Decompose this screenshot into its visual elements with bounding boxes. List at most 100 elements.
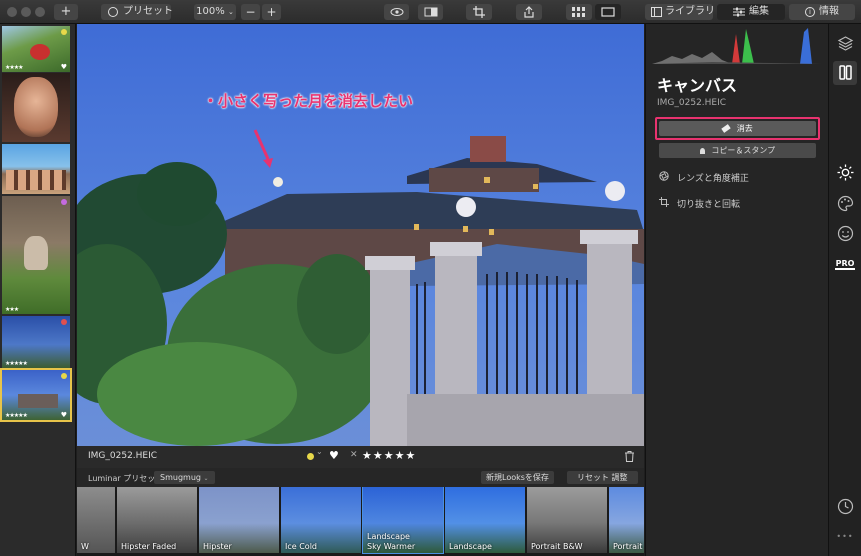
photo: [77, 24, 644, 446]
panel-filename: IMG_0252.HEIC: [657, 98, 727, 108]
single-view-button[interactable]: [595, 4, 621, 20]
look-label: Portrait B&W: [531, 542, 583, 551]
aperture-icon: [659, 171, 669, 181]
erase-button[interactable]: 消去: [659, 121, 816, 136]
thumb-rating: ★★★★★: [5, 360, 28, 367]
close-window-button[interactable]: [7, 7, 17, 17]
library-tab-label: ライブラリ: [665, 6, 715, 17]
look-label: Hipster: [203, 542, 232, 551]
reset-adjustments-button[interactable]: リセット 調整: [567, 471, 638, 484]
filmstrip-thumb[interactable]: ★★★: [2, 196, 70, 314]
grid-view-button[interactable]: [566, 4, 592, 20]
panel-title: キャンバス: [657, 76, 738, 95]
tab-library[interactable]: ライブラリ: [645, 4, 715, 20]
history-clock-icon[interactable]: [837, 498, 854, 515]
image-info-bar: IMG_0252.HEIC ⌄ ♥ ✕ ★★★★★: [77, 446, 644, 468]
share-icon: [524, 6, 534, 18]
filmstrip-thumb[interactable]: [2, 144, 70, 194]
heart-icon: ♥: [60, 63, 67, 71]
stamp-icon: [699, 147, 705, 154]
eraser-icon: [721, 124, 731, 133]
add-photos-button[interactable]: +: [54, 4, 78, 20]
compare-button[interactable]: [418, 4, 443, 20]
canvas-icon[interactable]: [837, 64, 854, 81]
thumb-rating: ★★★: [5, 306, 19, 313]
color-label-chevron-icon[interactable]: ⌄: [316, 447, 323, 456]
crop-rotate-label: 切り抜きと回転: [677, 200, 741, 210]
palette-icon[interactable]: [837, 195, 854, 212]
looks-bar: Luminar プリセット Smugmug ⌄ 新規Looksを保存 リセット …: [77, 468, 644, 487]
save-looks-button[interactable]: 新規Looksを保存: [481, 471, 554, 484]
look-thumb[interactable]: Hipster Faded: [117, 487, 197, 553]
thumb-cat: [24, 236, 48, 270]
look-category-label: Landscape: [367, 532, 410, 541]
look-label: Portrait: [613, 542, 643, 551]
thumb-rating: ★★★★★: [5, 412, 28, 419]
zoom-out-button[interactable]: −: [241, 4, 260, 20]
look-thumb[interactable]: Hipster: [199, 487, 279, 553]
thumb-flower: [30, 44, 50, 60]
lens-correction-item[interactable]: レンズと角度補正: [657, 169, 822, 184]
minimize-window-button[interactable]: [21, 7, 31, 17]
look-thumb-selected[interactable]: Landscape Sky Warmer: [362, 487, 444, 554]
chevron-down-icon: ⌄: [203, 475, 209, 482]
rating-stars[interactable]: ★★★★★: [362, 449, 416, 462]
more-options-button[interactable]: •••: [836, 532, 854, 541]
filmstrip-thumb[interactable]: ★★★★ ♥: [2, 26, 70, 72]
eye-icon: [390, 8, 403, 16]
look-thumb[interactable]: Ice Cold: [281, 487, 361, 553]
compare-icon: [424, 7, 437, 17]
histogram: [652, 28, 822, 64]
filmstrip-thumb[interactable]: [2, 73, 70, 142]
tab-info[interactable]: i 情報: [789, 4, 855, 20]
zoom-in-button[interactable]: +: [262, 4, 281, 20]
look-label: Landscape: [449, 542, 492, 551]
presets-label: プリセット: [123, 6, 173, 17]
single-view-icon: [601, 7, 615, 17]
look-thumb[interactable]: Landscape: [445, 487, 525, 553]
presets-icon: [108, 7, 118, 17]
zoom-window-button[interactable]: [35, 7, 45, 17]
look-thumb[interactable]: Portrait B&W: [527, 487, 607, 553]
toolbar: + プリセット 100% ⌄ − + ライブラリ 編集 i 情報: [0, 0, 861, 24]
color-label-dot: [61, 373, 67, 379]
looks-strip: W Hipster Faded Hipster Ice Cold Landsca…: [77, 487, 644, 556]
info-icon: i: [805, 7, 815, 17]
reject-icon[interactable]: ✕: [350, 450, 358, 460]
thumb-building: [18, 394, 58, 408]
filmstrip-thumb[interactable]: ★★★★★: [2, 316, 70, 368]
color-label-dot[interactable]: [307, 453, 314, 460]
zoom-select[interactable]: 100% ⌄: [194, 4, 236, 20]
face-icon[interactable]: [837, 225, 854, 242]
collection-select[interactable]: Smugmug ⌄: [154, 471, 215, 484]
tab-edit[interactable]: 編集: [717, 4, 785, 20]
color-label-dot: [61, 29, 67, 35]
chevron-down-icon: ⌄: [227, 8, 234, 16]
preview-eye-button[interactable]: [384, 4, 409, 20]
color-label-dot: [61, 199, 67, 205]
layers-icon[interactable]: [837, 35, 854, 52]
crop-rotate-item[interactable]: 切り抜きと回転: [657, 195, 822, 210]
luminar-presets-label: Luminar プリセット: [88, 474, 164, 483]
heart-icon[interactable]: ♥: [329, 449, 339, 462]
thumb-people: [6, 170, 66, 190]
color-label-dot: [61, 319, 67, 325]
sliders-icon: [733, 7, 745, 17]
sun-icon[interactable]: [837, 164, 854, 181]
look-label: Ice Cold: [285, 542, 318, 551]
presets-button[interactable]: プリセット: [101, 4, 173, 20]
look-thumb[interactable]: W: [77, 487, 115, 553]
clone-stamp-button[interactable]: コピー＆スタンプ: [659, 143, 816, 158]
grid-icon: [572, 7, 585, 17]
edit-tab-label: 編集: [749, 6, 769, 17]
filmstrip: ★★★★ ♥ ★★★ ★★★★★ ★★★★★ ♥: [0, 24, 76, 556]
crop-icon: [659, 197, 669, 207]
filmstrip-thumb-selected[interactable]: ★★★★★ ♥: [0, 368, 72, 422]
look-thumb[interactable]: Portrait: [609, 487, 644, 553]
crop-button[interactable]: [466, 4, 492, 20]
pro-tools-button[interactable]: PRO: [835, 258, 855, 270]
share-button[interactable]: [516, 4, 542, 20]
tools-sidebar: PRO •••: [828, 24, 861, 556]
photo-canvas[interactable]: ・小さく写った月を消去したい: [77, 24, 644, 446]
trash-icon[interactable]: [625, 451, 634, 462]
